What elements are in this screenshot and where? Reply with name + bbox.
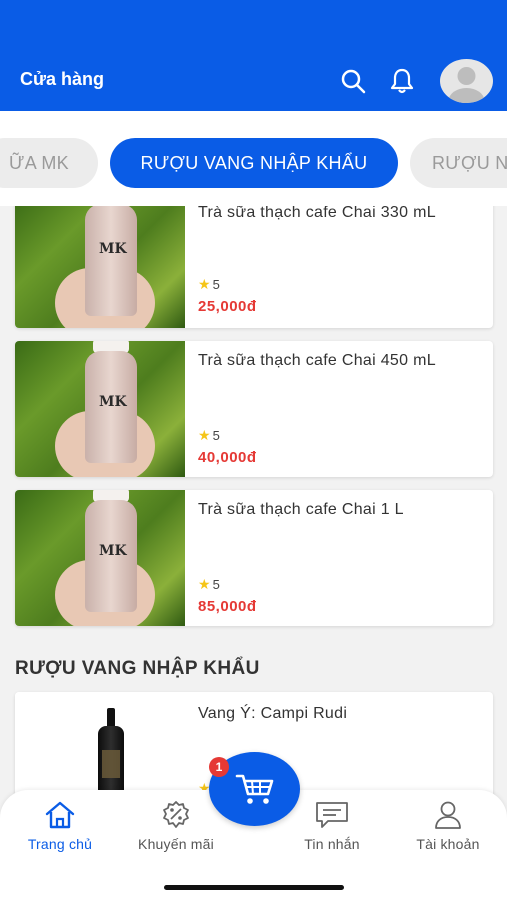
- product-rating: ★5: [198, 427, 220, 444]
- category-tabs: ỮA MK RƯỢU VANG NHẬP KHẨU RƯỢU N: [0, 111, 507, 206]
- nav-account[interactable]: Tài khoản: [398, 800, 498, 852]
- star-icon: ★: [198, 576, 211, 592]
- tab-sua-mk[interactable]: ỮA MK: [0, 138, 98, 188]
- product-list: MK Trà sữa thạch cafe Chai 330 mL ★ 5 25,…: [0, 206, 507, 806]
- product-price: 85,000đ: [198, 598, 257, 615]
- user-avatar[interactable]: [440, 59, 493, 103]
- user-icon: [435, 801, 461, 829]
- home-indicator: [164, 885, 344, 890]
- nav-label: Trang chủ: [27, 836, 93, 852]
- product-name: Trà sữa thạch cafe Chai 1 L: [198, 501, 404, 518]
- nav-label: Tài khoản: [416, 836, 480, 852]
- product-name: Vang Ý: Campi Rudi: [198, 705, 348, 722]
- tab-label: RƯỢU N: [432, 152, 507, 173]
- cart-icon: [235, 774, 273, 804]
- brand-logo: MK: [99, 241, 127, 257]
- search-icon[interactable]: [338, 64, 368, 98]
- product-rating: ★5: [198, 276, 220, 293]
- message-icon: [316, 802, 348, 828]
- brand-logo: MK: [99, 394, 127, 410]
- wine-label: [102, 750, 120, 778]
- product-card[interactable]: MK Trà sữa thạch cafe Chai 330 mL ★ 5 25,…: [15, 206, 493, 328]
- rating-value: 5: [212, 428, 220, 443]
- rating-value: 5: [212, 577, 220, 592]
- app-header: Cửa hàng: [0, 0, 507, 111]
- nav-label: Tin nhắn: [304, 836, 360, 852]
- tab-ruou-vang-nhap-khau[interactable]: RƯỢU VANG NHẬP KHẨU: [110, 138, 398, 188]
- product-image: MK: [15, 206, 185, 328]
- product-card[interactable]: MK Trà sữa thạch cafe Chai 450 mL ★ 5 40,…: [15, 341, 493, 477]
- section-title: RƯỢU VANG NHẬP KHẨU: [15, 658, 260, 679]
- product-price: 25,000đ: [198, 298, 257, 315]
- bell-icon[interactable]: [387, 64, 417, 98]
- nav-promotions[interactable]: Khuyến mãi: [126, 800, 226, 852]
- page-title: Cửa hàng: [20, 69, 105, 89]
- product-name: Trà sữa thạch cafe Chai 330 mL: [198, 206, 436, 221]
- product-image: MK: [15, 490, 185, 626]
- product-price: 40,000đ: [198, 449, 257, 466]
- discount-icon: [163, 801, 189, 828]
- cart-badge: 1: [209, 757, 229, 777]
- star-icon: ★: [198, 427, 211, 443]
- nav-home[interactable]: Trang chủ: [10, 800, 110, 852]
- tab-label: RƯỢU VANG NHẬP KHẨU: [140, 152, 368, 173]
- nav-label: Khuyến mãi: [138, 836, 214, 852]
- nav-messages[interactable]: Tin nhắn: [282, 800, 382, 852]
- product-card[interactable]: MK Trà sữa thạch cafe Chai 1 L ★ 5 85,000…: [15, 490, 493, 626]
- tab-label: ỮA MK: [9, 152, 69, 173]
- star-icon: ★: [198, 276, 211, 292]
- product-image: [15, 692, 185, 806]
- product-rating: ★5: [198, 576, 220, 593]
- wine-neck: [107, 708, 115, 728]
- home-icon: [45, 801, 75, 829]
- rating-value: 5: [212, 277, 220, 292]
- brand-logo: MK: [99, 543, 127, 559]
- product-image: MK: [15, 341, 185, 477]
- tab-ruou-n[interactable]: RƯỢU N: [410, 138, 507, 188]
- product-name: Trà sữa thạch cafe Chai 450 mL: [198, 352, 436, 369]
